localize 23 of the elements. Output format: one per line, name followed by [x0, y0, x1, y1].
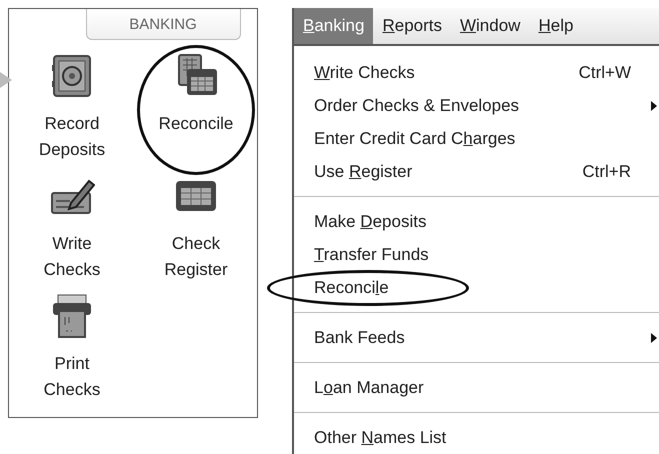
menu-bar-item[interactable]: Banking	[294, 8, 374, 44]
menu-item[interactable]: Other Names List	[314, 428, 659, 448]
menu-item[interactable]: Use Register	[314, 162, 551, 182]
menu-item[interactable]: Order Checks & Envelopes	[314, 96, 659, 116]
banking-tab[interactable]: BANKING	[86, 9, 240, 40]
tile-label[interactable]: Record Deposits	[28, 111, 116, 163]
menu-bar-item[interactable]: Reports	[373, 8, 451, 44]
pointer-triangle-icon	[0, 72, 12, 88]
tile-label[interactable]: Reconcile	[152, 111, 240, 137]
menu-item[interactable]: Reconcile	[314, 278, 659, 298]
menu-item[interactable]: Loan Manager	[314, 378, 659, 398]
menu-item[interactable]: Make Deposits	[314, 212, 659, 232]
tile-label[interactable]: Write Checks	[28, 231, 116, 283]
shortcut-label: Ctrl+R	[581, 162, 631, 182]
menu-bar-item[interactable]: Help	[529, 8, 582, 44]
shortcut-label: Ctrl+W	[578, 62, 631, 82]
menu-bar-item[interactable]: Window	[450, 8, 530, 44]
menu-item[interactable]: Transfer Funds	[314, 244, 659, 264]
menu-item[interactable]: Enter Credit Card Charges	[314, 128, 659, 148]
tile-label[interactable]: Print Checks	[28, 351, 116, 403]
menu-item[interactable]: Bank Feeds	[314, 328, 659, 348]
tile-label[interactable]: Check Register	[152, 231, 240, 283]
menu-item[interactable]: Write Checks	[314, 62, 551, 82]
